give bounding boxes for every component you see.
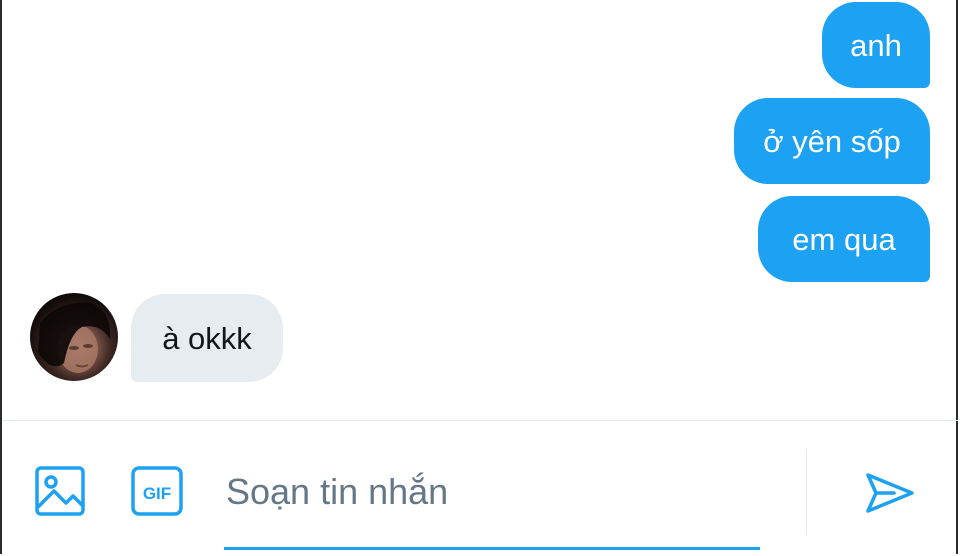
message-thread: anh ở yên sốp em qua à okkk: [0, 0, 960, 420]
message-bubble-outgoing[interactable]: ở yên sốp: [734, 98, 930, 184]
input-underline: [224, 547, 760, 550]
message-bubble-outgoing[interactable]: anh: [822, 2, 930, 88]
gif-icon[interactable]: GIF: [130, 465, 184, 517]
message-bubble-outgoing[interactable]: em qua: [758, 196, 930, 282]
send-separator: [806, 449, 807, 535]
avatar-photo: [38, 302, 111, 373]
gif-label: GIF: [143, 484, 171, 503]
compose-bar: GIF: [0, 421, 960, 556]
message-input[interactable]: [224, 457, 762, 527]
image-icon[interactable]: [34, 465, 86, 517]
send-icon[interactable]: [864, 471, 916, 515]
message-bubble-incoming[interactable]: à okkk: [131, 294, 283, 382]
avatar[interactable]: [30, 293, 118, 381]
message-input-wrapper: [224, 457, 762, 550]
